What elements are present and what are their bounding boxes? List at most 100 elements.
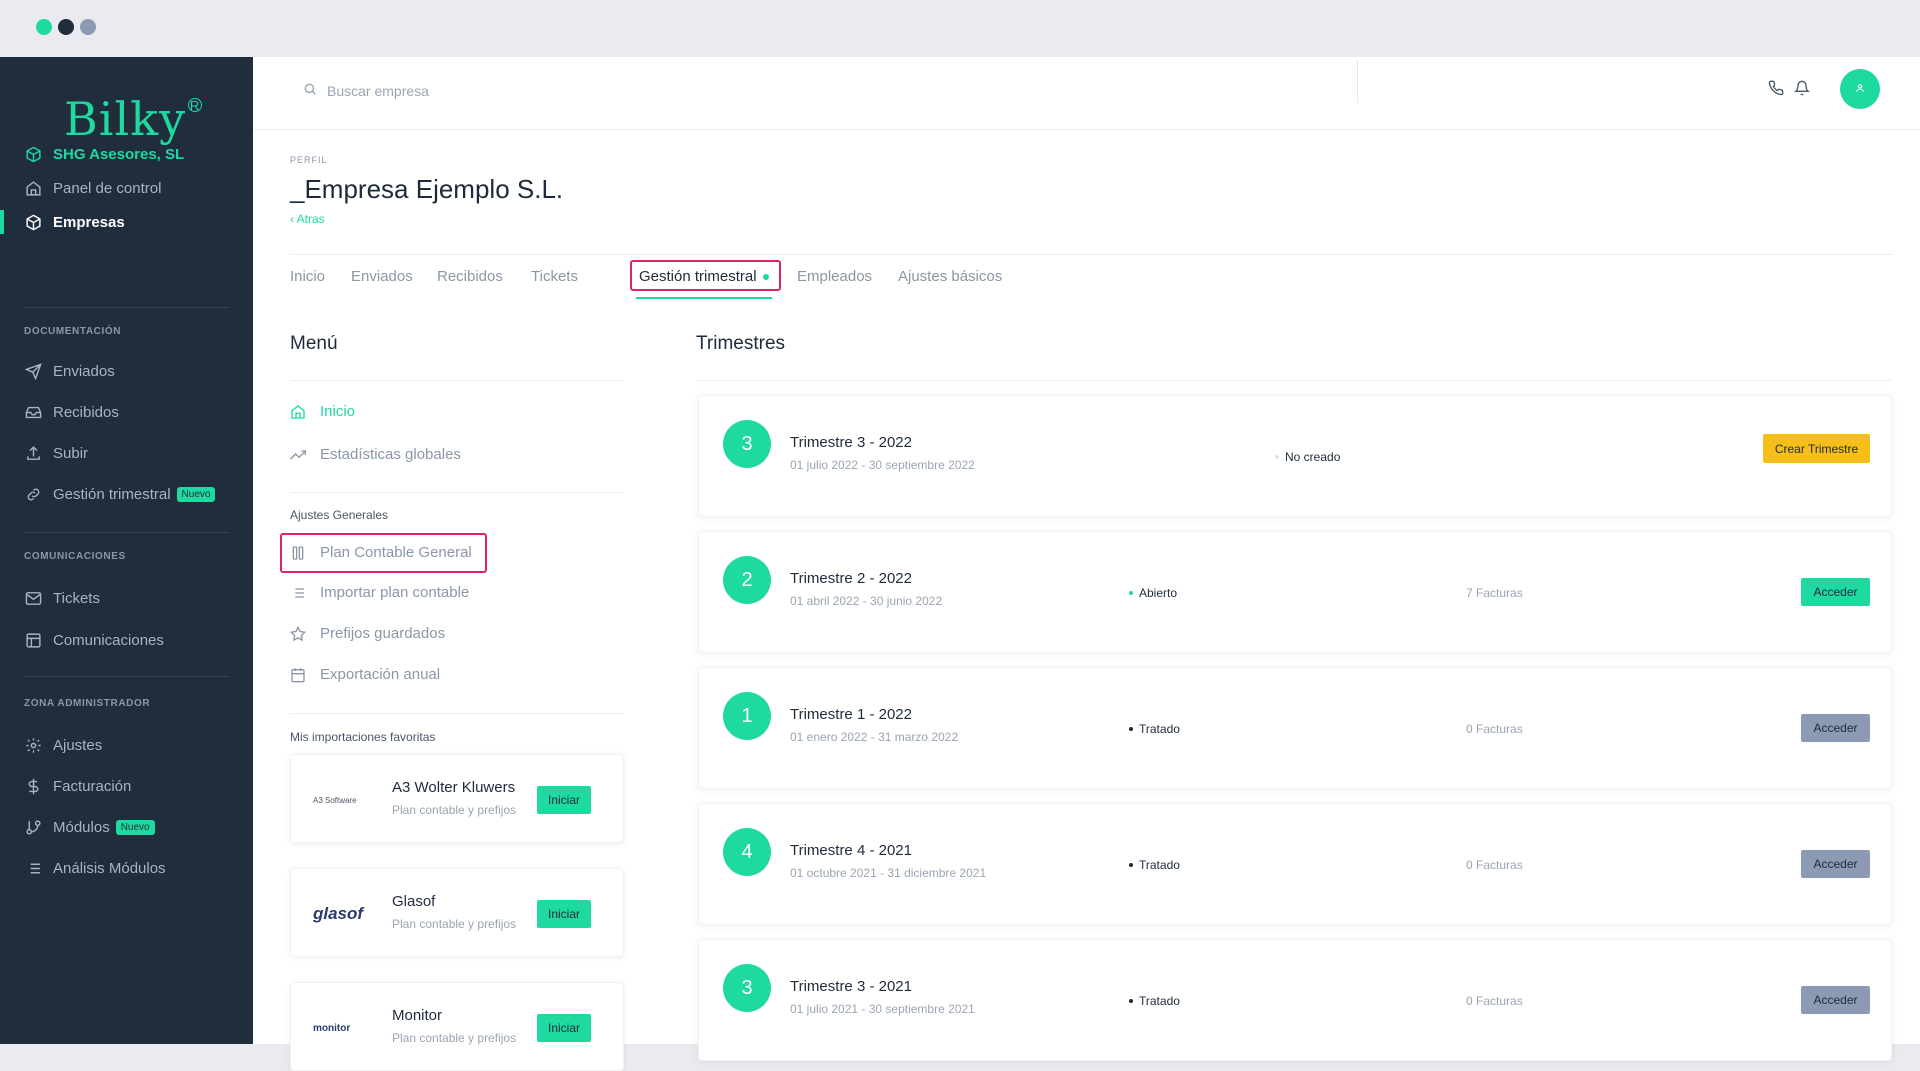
trimestre-number: 3	[723, 420, 771, 468]
new-badge: Nuevo	[176, 486, 216, 502]
trimestre-dates: 01 abril 2022 - 30 junio 2022	[790, 594, 943, 608]
sidebar-section-admin: ZONA ADMINISTRADOR	[24, 698, 151, 709]
menu-item-label: Estadísticas globales	[320, 446, 461, 463]
favorite-name: A3 Wolter Kluwers	[392, 779, 516, 796]
trimestre-dates: 01 octubre 2021 - 31 diciembre 2021	[790, 866, 987, 880]
tab-inicio[interactable]: Inicio	[290, 268, 325, 285]
window-dot-close[interactable]	[36, 19, 52, 35]
status-label: Tratado	[1139, 994, 1180, 1008]
menu-item-exportacion-anual[interactable]: Exportación anual	[290, 666, 440, 683]
menu-divider	[290, 492, 624, 493]
status-badge: Tratado	[1129, 994, 1180, 1008]
acceder-button[interactable]: Acceder	[1801, 986, 1870, 1014]
trimestre-dates: 01 julio 2021 - 30 septiembre 2021	[790, 1002, 975, 1016]
favorite-import-card: glasof Glasof Plan contable y prefijos I…	[290, 868, 624, 957]
sidebar-item-label: Panel de control	[53, 179, 162, 197]
menu-item-estadisticas-globales[interactable]: Estadísticas globales	[290, 446, 461, 463]
search-box[interactable]	[303, 82, 727, 99]
window-dot-minimize[interactable]	[58, 19, 74, 35]
crear-trimestre-button[interactable]: Crear Trimestre	[1763, 434, 1870, 463]
sidebar-item-recibidos[interactable]: Recibidos	[0, 397, 253, 427]
menu-section-ajustes-generales: Ajustes Generales	[290, 508, 389, 522]
window-dot-maximize[interactable]	[80, 19, 96, 35]
trimestre-title: Trimestre 2 - 2022	[790, 570, 912, 587]
trimestre-number: 4	[723, 828, 771, 876]
sidebar-item-facturacion[interactable]: Facturación	[0, 771, 253, 801]
tab-enviados[interactable]: Enviados	[351, 268, 413, 285]
sidebar-item-panel-de-control[interactable]: Panel de control	[0, 173, 253, 203]
status-badge: Tratado	[1129, 722, 1180, 736]
favorite-description: Plan contable y prefijos	[392, 803, 517, 817]
window-titlebar	[0, 0, 1920, 57]
sidebar-item-enviados[interactable]: Enviados	[0, 356, 253, 386]
acceder-button[interactable]: Acceder	[1801, 850, 1870, 878]
registered-mark: R	[188, 97, 203, 113]
sidebar-item-modulos[interactable]: Módulos Nuevo	[0, 812, 253, 842]
acceder-button[interactable]: Acceder	[1801, 578, 1870, 606]
sidebar-item-analisis-modulos[interactable]: Análisis Módulos	[0, 853, 253, 883]
iniciar-button[interactable]: Iniciar	[537, 1014, 591, 1042]
sidebar-divider	[24, 532, 229, 533]
menu-item-importar-plan-contable[interactable]: Importar plan contable	[290, 584, 469, 601]
tab-recibidos[interactable]: Recibidos	[437, 268, 503, 285]
trimestre-number: 3	[723, 964, 771, 1012]
sidebar-item-label: Tickets	[53, 589, 100, 607]
home-icon	[290, 404, 306, 420]
sidebar-item-gestion-trimestral[interactable]: Gestión trimestral Nuevo	[0, 479, 253, 509]
star-icon	[290, 625, 306, 642]
trimestre-card: 4 Trimestre 4 - 2021 01 octubre 2021 - 3…	[698, 803, 1892, 925]
sidebar-item-tickets[interactable]: Tickets	[0, 583, 253, 613]
status-dot	[1129, 863, 1133, 867]
sidebar-divider	[24, 307, 229, 308]
cube-icon	[24, 213, 42, 231]
sidebar-item-comunicaciones[interactable]: Comunicaciones	[0, 625, 253, 655]
back-link[interactable]: ‹ Atras	[290, 212, 325, 226]
tab-ajustes-basicos[interactable]: Ajustes básicos	[898, 268, 1002, 285]
menu-item-label: Inicio	[320, 403, 356, 420]
status-label: No creado	[1285, 450, 1341, 464]
trimestre-card: 3 Trimestre 3 - 2022 01 julio 2022 - 30 …	[698, 395, 1892, 517]
sidebar-company[interactable]: SHG Asesores, SL	[0, 139, 253, 169]
trimestre-dates: 01 enero 2022 - 31 marzo 2022	[790, 730, 959, 744]
phone-icon[interactable]	[1765, 77, 1787, 99]
mail-icon	[24, 589, 42, 607]
trimestre-dates: 01 julio 2022 - 30 septiembre 2022	[790, 458, 975, 472]
topbar	[253, 57, 1920, 130]
chevron-left-icon: ‹	[290, 212, 297, 226]
tab-active-underline	[636, 297, 772, 299]
sidebar-item-empresas[interactable]: Empresas	[0, 207, 253, 237]
status-badge: Abierto	[1129, 586, 1177, 600]
favorite-import-card: A3 Software A3 Wolter Kluwers Plan conta…	[290, 754, 624, 843]
sidebar-item-ajustes[interactable]: Ajustes	[0, 730, 253, 760]
gear-icon	[24, 736, 42, 754]
sidebar-item-label: Subir	[53, 444, 89, 462]
menu-item-prefijos-guardados[interactable]: Prefijos guardados	[290, 625, 445, 642]
iniciar-button[interactable]: Iniciar	[537, 786, 591, 814]
iniciar-button[interactable]: Iniciar	[537, 900, 591, 928]
sidebar-item-label: Enviados	[53, 362, 115, 380]
home-icon	[24, 179, 42, 197]
section-label: PERFIL	[290, 155, 328, 165]
link-icon	[24, 485, 42, 503]
tab-tickets[interactable]: Tickets	[531, 268, 578, 285]
user-avatar[interactable]	[1840, 69, 1880, 109]
topbar-divider	[1357, 60, 1358, 103]
bilky-logo[interactable]: Bilky R	[64, 92, 203, 146]
bell-icon[interactable]	[1791, 77, 1813, 99]
tab-bar: Inicio Enviados Recibidos Tickets Gestió…	[290, 254, 1893, 299]
status-label: Abierto	[1139, 586, 1178, 600]
favorite-import-card: monitor Monitor Plan contable y prefijos…	[290, 982, 624, 1071]
acceder-button[interactable]: Acceder	[1801, 714, 1870, 742]
status-badge: No creado	[1275, 450, 1340, 464]
trimestre-card: 1 Trimestre 1 - 2022 01 enero 2022 - 31 …	[698, 667, 1892, 789]
sidebar-item-subir[interactable]: Subir	[0, 438, 253, 468]
menu-item-inicio[interactable]: Inicio	[290, 403, 355, 420]
menu-item-label: Exportación anual	[320, 666, 441, 683]
trimestre-card: 3 Trimestre 3 - 2021 01 julio 2021 - 30 …	[698, 939, 1892, 1061]
status-dot	[1129, 727, 1133, 731]
user-icon	[1855, 80, 1865, 98]
tab-empleados[interactable]: Empleados	[797, 268, 872, 285]
search-input[interactable]	[327, 82, 727, 99]
inbox-icon	[24, 403, 42, 421]
sidebar-item-label: Análisis Módulos	[53, 859, 166, 877]
